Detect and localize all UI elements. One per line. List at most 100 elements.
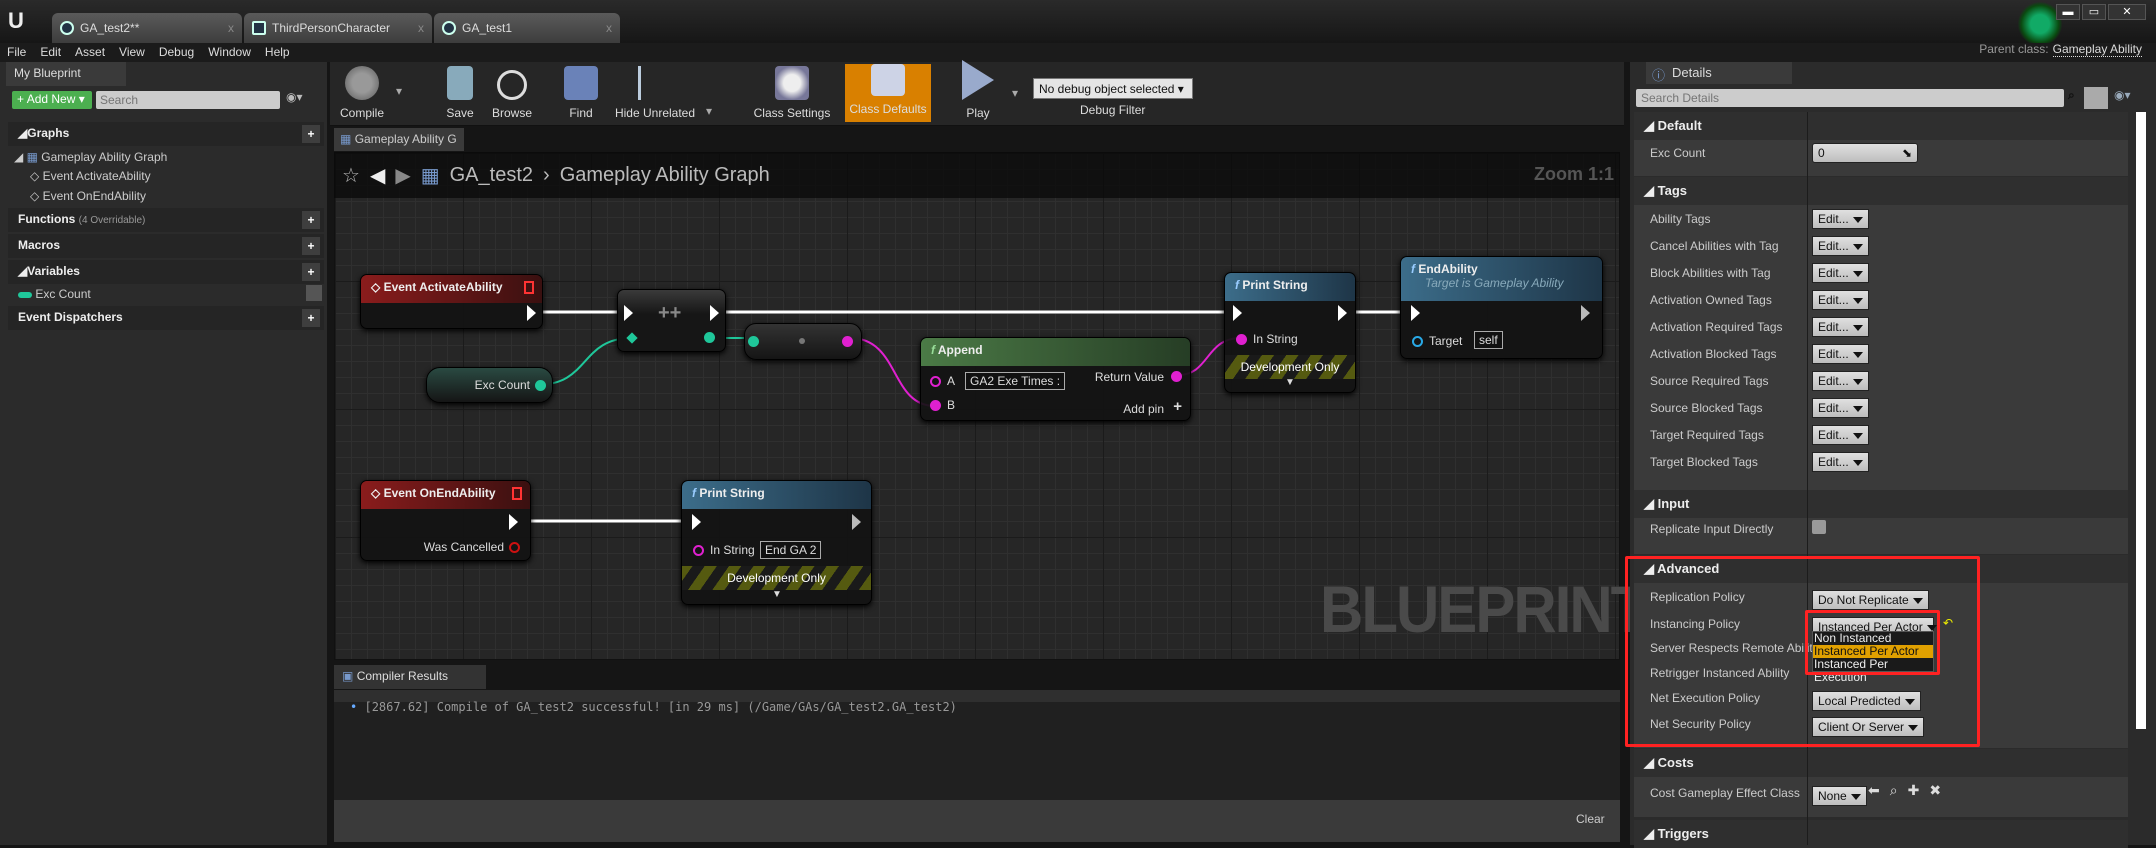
function-icon: f	[1411, 262, 1415, 276]
node-int-to-string[interactable]	[744, 323, 862, 360]
node-event-on-end-ability[interactable]: ◇ Event OnEndAbility Was Cancelled	[360, 480, 531, 561]
pin-label: In String	[710, 543, 755, 557]
use-selected-arrow-icon[interactable]: ⬅	[1868, 782, 1890, 798]
section-label: Tags	[1657, 183, 1687, 198]
clear-button[interactable]: Clear	[1576, 812, 1605, 826]
details-tab[interactable]: ⓘ Details	[1646, 62, 1792, 84]
dropdown-value: Edit...	[1818, 239, 1849, 253]
section-triggers[interactable]: ◢ Triggers	[1634, 820, 2128, 848]
event-icon: ◇	[371, 280, 381, 294]
exec-in-pin[interactable]	[1233, 305, 1242, 321]
clear-icon[interactable]: ✖	[1929, 782, 1951, 798]
tag-edit-button-0[interactable]: Edit...	[1812, 209, 1869, 229]
in-string-pin[interactable]	[693, 545, 704, 556]
dropdown-value: Edit...	[1818, 428, 1849, 442]
search-details-input[interactable]	[1636, 89, 2064, 107]
section-default[interactable]: ◢ Default	[1634, 112, 2128, 140]
cost-ge-select[interactable]: None	[1812, 786, 1867, 806]
int-out-pin[interactable]	[704, 332, 715, 343]
add-icon[interactable]: ✚	[1908, 782, 1930, 798]
append-a-input[interactable]: GA2 Exe Times :	[965, 372, 1066, 390]
exc-count-value: 0	[1818, 146, 1825, 160]
return-value-pin[interactable]	[1171, 371, 1182, 382]
node-append[interactable]: f Append A GA2 Exe Times : B Return Valu…	[920, 337, 1191, 421]
tag-edit-button-5[interactable]: Edit...	[1812, 344, 1869, 364]
view-options-icon[interactable]: ◉▾	[2114, 88, 2131, 102]
property-matrix-icon[interactable]	[2084, 87, 2108, 109]
details-scrollbar[interactable]	[2136, 112, 2146, 729]
exc-count-input[interactable]: 0 ⬊	[1812, 143, 1918, 163]
expand-arrow-icon[interactable]: ▼	[772, 589, 782, 600]
tag-edit-button-2[interactable]: Edit...	[1812, 263, 1869, 283]
tag-row-label: Cancel Abilities with Tag	[1650, 239, 1779, 253]
tag-edit-button-9[interactable]: Edit...	[1812, 452, 1869, 472]
info-bullet-icon: •	[350, 700, 358, 714]
info-icon: ⓘ	[1652, 68, 1666, 83]
section-label: Costs	[1657, 755, 1694, 770]
section-input[interactable]: ◢ Input	[1634, 490, 2128, 518]
exec-out-pin[interactable]	[1581, 305, 1590, 321]
section-label: Triggers	[1657, 826, 1709, 841]
dropdown-value: Edit...	[1818, 320, 1849, 334]
tag-row-label: Activation Required Tags	[1650, 320, 1783, 334]
node-get-exc-count[interactable]: Exc Count	[426, 367, 553, 403]
tag-edit-button-8[interactable]: Edit...	[1812, 425, 1869, 445]
exec-out-pin[interactable]	[509, 514, 518, 530]
expand-arrow-icon[interactable]: ▼	[1285, 377, 1295, 388]
tag-edit-button-4[interactable]: Edit...	[1812, 317, 1869, 337]
node-event-activate-ability[interactable]: ◇ Event ActivateAbility	[360, 274, 543, 329]
int-out-pin[interactable]	[535, 380, 546, 391]
exec-out-pin[interactable]	[1338, 305, 1347, 321]
tag-edit-button-1[interactable]: Edit...	[1812, 236, 1869, 256]
node-title: Exc Count	[474, 378, 530, 392]
drag-resize-icon: ⬊	[1901, 146, 1912, 160]
node-print-string[interactable]: f Print String In String Development Onl…	[1224, 272, 1356, 393]
string-out-pin[interactable]	[842, 336, 853, 347]
node-title: Event OnEndAbility	[383, 486, 496, 500]
tag-row-label: Target Blocked Tags	[1650, 455, 1758, 469]
node-increment[interactable]: ++	[617, 289, 726, 352]
add-pin-icon[interactable]: +	[1173, 398, 1182, 415]
tab-label: Compiler Results	[356, 669, 449, 683]
tag-edit-button-3[interactable]: Edit...	[1812, 290, 1869, 310]
tab-label: Details	[1672, 65, 1712, 80]
delegate-pin[interactable]	[524, 281, 534, 294]
dropdown-value: Edit...	[1818, 266, 1849, 280]
section-tags[interactable]: ◢ Tags	[1634, 177, 2128, 205]
string-a-pin[interactable]	[930, 376, 941, 387]
string-b-pin[interactable]	[930, 400, 941, 411]
node-title: Event ActivateAbility	[383, 280, 503, 294]
compiler-message: • [2867.62] Compile of GA_test2 successf…	[350, 700, 957, 714]
exec-out-pin[interactable]	[852, 514, 861, 530]
replicate-input-label: Replicate Input Directly	[1650, 522, 1774, 536]
exec-out-pin[interactable]	[527, 305, 536, 321]
browse-icon[interactable]: ⌕	[1890, 782, 1908, 798]
exec-out-pin[interactable]	[710, 305, 719, 321]
in-string-input[interactable]: End GA 2	[760, 541, 822, 559]
was-cancelled-pin[interactable]	[509, 542, 520, 553]
tag-edit-button-6[interactable]: Edit...	[1812, 371, 1869, 391]
int-ref-in-pin[interactable]	[626, 332, 638, 344]
dropdown-value: Edit...	[1818, 374, 1849, 388]
section-costs[interactable]: ◢ Costs	[1634, 749, 2128, 777]
tag-row-label: Activation Owned Tags	[1650, 293, 1772, 307]
node-end-ability[interactable]: f EndAbility Target is Gameplay Ability T…	[1400, 256, 1603, 359]
chevron-down-icon	[1852, 378, 1863, 385]
target-pin[interactable]	[1412, 336, 1423, 347]
exec-in-pin[interactable]	[624, 305, 633, 321]
delegate-pin[interactable]	[512, 487, 522, 500]
exec-in-pin[interactable]	[1411, 305, 1420, 321]
pin-label: B	[947, 398, 956, 412]
dropdown-value: Edit...	[1818, 347, 1849, 361]
node-print-string-2[interactable]: f Print String In String End GA 2 Develo…	[681, 480, 872, 605]
function-icon: f	[931, 343, 935, 357]
cost-ge-label: Cost Gameplay Effect Class	[1650, 786, 1800, 800]
node-title: EndAbility	[1418, 262, 1478, 276]
replicate-input-checkbox[interactable]	[1812, 520, 1826, 534]
compiler-results-tab[interactable]: ▣ Compiler Results	[334, 665, 486, 689]
int-in-pin[interactable]	[748, 336, 759, 347]
tag-edit-button-7[interactable]: Edit...	[1812, 398, 1869, 418]
in-string-pin[interactable]	[1236, 334, 1247, 345]
exec-in-pin[interactable]	[692, 514, 701, 530]
node-title: Append	[937, 343, 983, 357]
